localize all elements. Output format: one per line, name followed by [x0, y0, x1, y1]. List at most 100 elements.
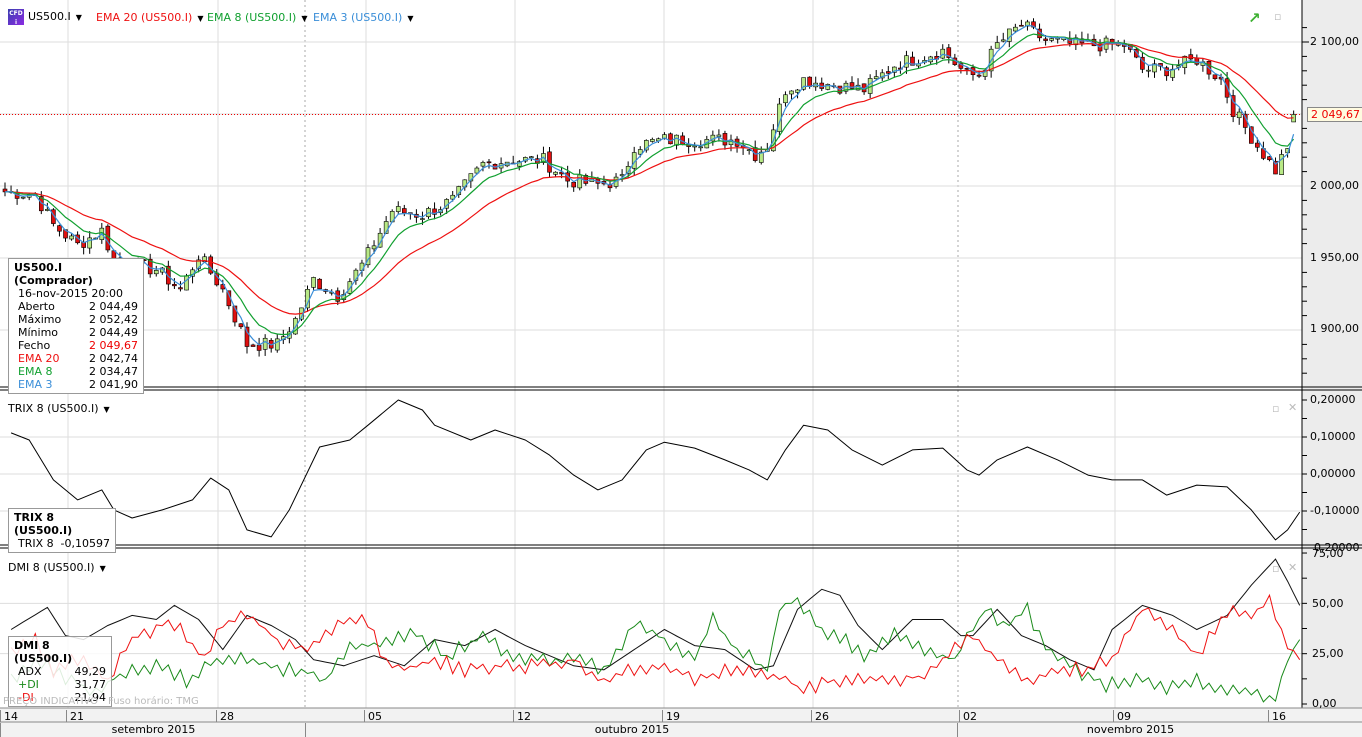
- ema20-selector[interactable]: EMA 20 (US500.I) ▼: [96, 11, 203, 24]
- candle-body: [420, 218, 425, 220]
- candle-body: [1236, 111, 1242, 119]
- chart-canvas[interactable]: [0, 0, 1362, 737]
- cfd-icon: CFD i: [8, 9, 24, 26]
- dropdown-arrow-icon: ▼: [103, 405, 110, 414]
- time-axis-month: outubro 2015: [305, 723, 958, 737]
- candle-body: [238, 323, 244, 328]
- candle-body: [1212, 74, 1218, 80]
- candle-body: [1146, 69, 1151, 72]
- time-axis-day: 02: [959, 710, 977, 723]
- candle-body: [873, 76, 879, 80]
- current-price-tag: 2 049,67: [1307, 107, 1362, 122]
- time-axis-day: 09: [1113, 710, 1131, 723]
- time-axis-day: 16: [1268, 710, 1286, 723]
- candle-body: [1049, 38, 1054, 41]
- trix-tick: 0,20000: [1310, 393, 1356, 406]
- symbol-selector[interactable]: CFD i US500.I ▼: [8, 9, 82, 26]
- dmi-close-icon[interactable]: ✕: [1288, 561, 1297, 574]
- candle-body: [395, 206, 401, 212]
- time-axis-day: 21: [66, 710, 84, 723]
- price-tick: 1 900,00: [1310, 322, 1359, 335]
- candle-body: [698, 146, 704, 149]
- dmi-tick: 50,00: [1312, 597, 1344, 610]
- candle-body: [172, 283, 177, 287]
- dmi-tick: 75,00: [1312, 547, 1344, 560]
- ema8-selector[interactable]: EMA 8 (US500.I) ▼: [207, 11, 307, 24]
- candle-body: [1194, 57, 1200, 65]
- time-axis-day: 28: [216, 710, 234, 723]
- candle-body: [571, 181, 577, 188]
- price-tick: 2 100,00: [1310, 35, 1359, 48]
- candle-body: [722, 133, 728, 146]
- ema3-selector[interactable]: EMA 3 (US500.I) ▼: [313, 11, 413, 24]
- candle-body: [619, 174, 625, 177]
- candle-body: [668, 133, 673, 145]
- legend-title: US500.I (Comprador): [14, 261, 93, 287]
- candle-body: [262, 337, 268, 350]
- dmi-selector[interactable]: DMI 8 (US500.I) ▼: [8, 561, 106, 574]
- dropdown-arrow-icon: ▼: [407, 14, 414, 23]
- legend-row: Mínimo 2 044,49: [18, 326, 138, 339]
- candle-body: [1255, 142, 1260, 148]
- maximize-icon[interactable]: ▫: [1274, 10, 1281, 23]
- timezone-label: Fuso horário: TMG: [108, 696, 199, 707]
- dmi-tick: 0,00: [1312, 697, 1337, 710]
- time-axis-month: novembro 2015: [957, 723, 1303, 737]
- candle-body: [674, 134, 679, 146]
- candle-body: [789, 90, 794, 95]
- candle-body: [57, 225, 62, 232]
- price-tick: 1 950,00: [1310, 251, 1359, 264]
- legend-row: EMA 20 2 042,74: [18, 352, 138, 365]
- trix-selector[interactable]: TRIX 8 (US500.I) ▼: [8, 402, 110, 415]
- dropdown-arrow-icon: ▼: [99, 564, 106, 573]
- time-axis-day: 19: [662, 710, 680, 723]
- candle-body: [1019, 24, 1024, 27]
- ema3-line: [4, 24, 1295, 346]
- trix-maximize-icon[interactable]: ▫: [1272, 402, 1279, 415]
- candle-body: [87, 237, 92, 249]
- candle-body: [486, 161, 492, 164]
- ema20-line: [5, 42, 1294, 315]
- candle-body: [885, 71, 891, 74]
- dropdown-arrow-icon: ▼: [197, 14, 204, 23]
- candle-body: [577, 174, 583, 189]
- time-axis-day: 14: [0, 710, 18, 723]
- indicative-price-label: PREÇO INDICATIVO: [3, 696, 99, 707]
- candle-body: [250, 344, 256, 347]
- candle-body: [1000, 39, 1006, 42]
- legend-row: EMA 82 034,47: [18, 365, 138, 378]
- candle-body: [256, 344, 262, 351]
- dropdown-arrow-icon: ▼: [301, 14, 308, 23]
- time-axis-day: 26: [811, 710, 829, 723]
- time-axis-month: setembro 2015: [0, 723, 306, 737]
- dropdown-arrow-icon: ▼: [75, 13, 82, 22]
- trix-close-icon[interactable]: ✕: [1288, 401, 1297, 414]
- candle-body: [274, 338, 280, 351]
- candle-body: [20, 196, 26, 199]
- candle-body: [1043, 38, 1048, 41]
- candle-body: [716, 134, 722, 137]
- candle-body: [371, 245, 377, 250]
- candle-body: [692, 145, 698, 148]
- candle-body: [904, 55, 909, 68]
- candle-body: [940, 48, 946, 59]
- trend-icon[interactable]: ↗: [1248, 9, 1261, 27]
- candle-body: [480, 162, 486, 167]
- candle-body: [178, 287, 183, 290]
- trix-tick: 0,00000: [1310, 467, 1356, 480]
- dmi-minusdi-line: [10, 593, 1301, 695]
- candle-body: [807, 76, 812, 87]
- legend-date: 16-nov-2015 20:00: [18, 287, 124, 300]
- ema8-line: [4, 33, 1295, 336]
- candle-body: [783, 94, 788, 104]
- legend-row: EMA 32 041,90: [18, 378, 138, 391]
- trix-tick: -0,10000: [1310, 504, 1360, 517]
- legend-row: Máximo 2 052,42: [18, 313, 138, 326]
- candle-body: [184, 275, 189, 291]
- dmi-maximize-icon[interactable]: ▫: [1272, 562, 1279, 575]
- candle-body: [976, 74, 982, 77]
- candle-body: [650, 139, 655, 142]
- trix-tick: 0,10000: [1310, 430, 1356, 443]
- candle-body: [208, 256, 213, 274]
- candle-body: [401, 208, 407, 214]
